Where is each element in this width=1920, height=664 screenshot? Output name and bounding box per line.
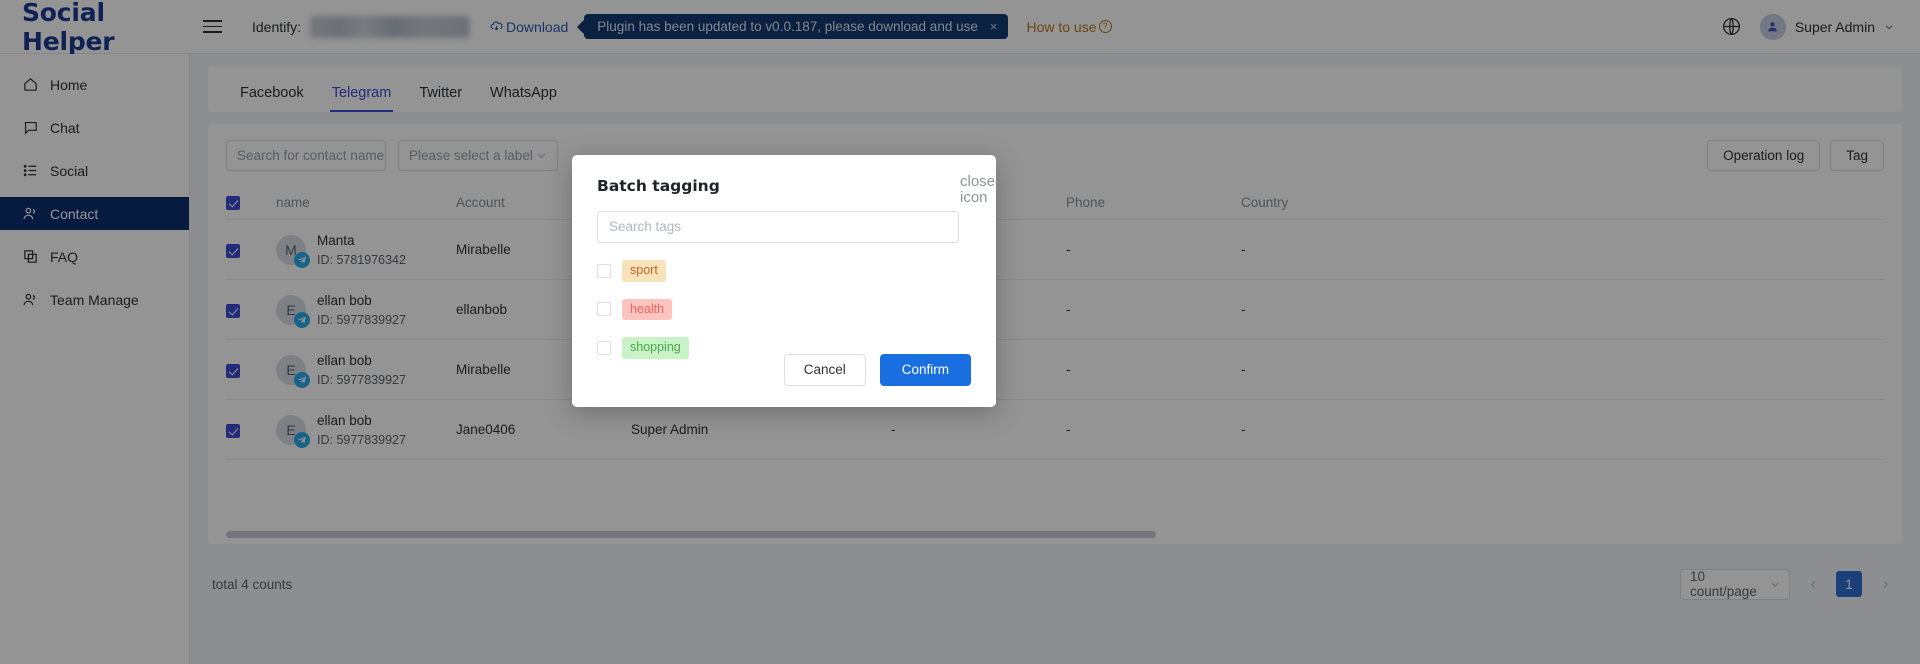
batch-tagging-dialog: Batch tagging close-icon Search tags spo… <box>572 155 1000 407</box>
tag-checkbox[interactable] <box>597 341 611 356</box>
tag-label-shopping: shopping <box>622 337 689 359</box>
dialog-actions: Cancel Confirm <box>783 354 971 386</box>
tag-checkbox[interactable] <box>597 263 611 278</box>
tag-label-health: health <box>622 298 673 321</box>
cancel-button[interactable]: Cancel <box>783 354 866 386</box>
confirm-button[interactable]: Confirm <box>879 354 971 386</box>
dialog-title: Batch tagging <box>597 177 720 195</box>
close-icon[interactable]: close-icon <box>960 174 1000 206</box>
tag-label-sport: sport <box>622 260 666 282</box>
tag-option-sport[interactable]: sport <box>597 260 971 282</box>
tag-checkbox[interactable] <box>597 302 611 317</box>
tag-search-input[interactable]: Search tags <box>597 211 959 243</box>
tag-option-health[interactable]: health <box>597 298 971 321</box>
